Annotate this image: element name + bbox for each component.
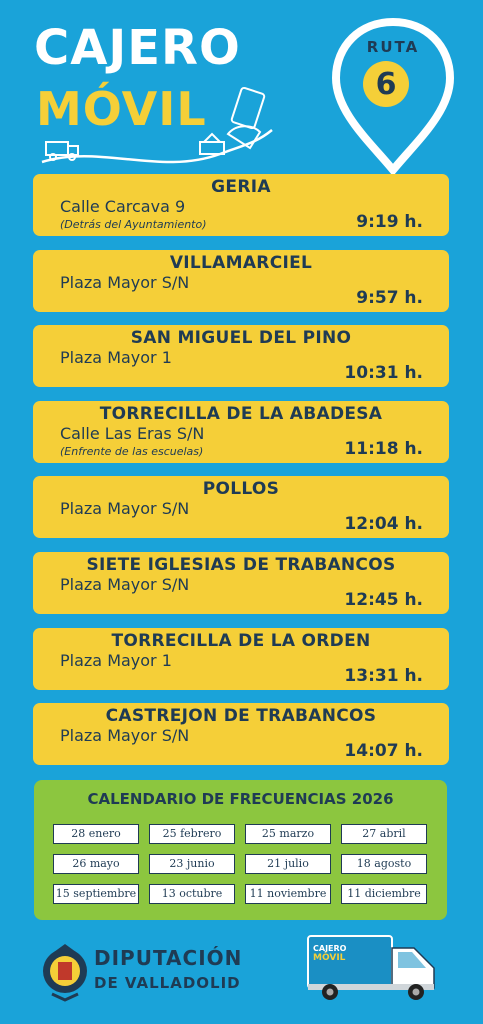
stop-time: 12:04 h.	[344, 514, 423, 535]
stop-card: TORRECILLA DE LA ABADESA Calle Las Eras S…	[33, 400, 449, 463]
stop-card: CASTREJON DE TRABANCOS Plaza Mayor S/N 14:…	[33, 703, 449, 766]
stop-name: CASTREJON DE TRABANCOS	[105, 706, 377, 727]
truck-title-line2: MÓVIL	[313, 953, 346, 963]
stop-address: Plaza Mayor 1	[60, 348, 172, 368]
calendar-title: CALENDARIO DE FRECUENCIAS 2026	[87, 790, 394, 808]
calendar-date: 13 octubre	[149, 884, 235, 904]
stop-time: 9:57 h.	[356, 287, 423, 308]
stop-address: Plaza Mayor S/N	[60, 499, 190, 519]
stop-address: Calle Las Eras S/N	[60, 423, 205, 443]
calendar-date: 11 diciembre	[341, 884, 427, 904]
stop-name: VILLAMARCIEL	[169, 252, 313, 273]
stop-time: 10:31 h.	[344, 363, 423, 384]
card-hand-icon	[41, 86, 273, 164]
org-name-line1: DIPUTACIÓN	[94, 946, 243, 970]
stop-card: SAN MIGUEL DEL PINO Plaza Mayor 1 10:31 h.	[33, 325, 449, 388]
calendar-date: 23 junio	[149, 854, 235, 874]
stop-address: Plaza Mayor S/N	[60, 575, 190, 594]
stop-note: (Enfrente de las escuelas)	[60, 444, 204, 458]
calendar-date: 25 marzo	[245, 824, 331, 844]
stop-address: Calle Carcava 9	[60, 197, 186, 216]
stop-time: 14:07 h.	[344, 741, 423, 762]
stop-address: Plaza Mayor S/N	[60, 272, 190, 292]
stop-card: GERIA Calle Carcava 9 (Detrás del Ayuntami…	[33, 174, 449, 236]
page-title-line1: CAJERO	[34, 20, 241, 76]
stop-address: Plaza Mayor S/N	[60, 726, 190, 746]
stop-card: SIETE IGLESIAS DE TRABANCOS Plaza Mayor S…	[33, 552, 449, 614]
calendar-date: 21 julio	[245, 854, 331, 874]
org-name-line2: DE VALLADOLID	[94, 974, 241, 992]
stop-name: POLLOS	[202, 479, 280, 500]
frequency-calendar: CALENDARIO DE FRECUENCIAS 2026 28 enero 2…	[34, 780, 447, 920]
stop-card: TORRECILLA DE LA ORDEN Plaza Mayor 1 13:31…	[33, 627, 449, 690]
stop-name: GERIA	[211, 177, 271, 197]
stop-name: TORRECILLA DE LA ORDEN	[111, 630, 371, 651]
calendar-grid: 28 enero 25 febrero 25 marzo 27 abril 26 may…	[53, 824, 429, 904]
stop-name: SAN MIGUEL DEL PINO	[130, 328, 352, 349]
stop-time: 9:19 h.	[356, 212, 423, 232]
route-label: RUTA	[366, 38, 420, 56]
calendar-date: 11 noviembre	[245, 884, 331, 904]
stop-time: 13:31 h.	[344, 665, 423, 686]
stop-address: Plaza Mayor 1	[60, 650, 172, 670]
calendar-date: 28 enero	[53, 824, 139, 844]
truck-title-line1: CAJERO	[313, 944, 347, 953]
stop-time: 11:18 h.	[344, 438, 423, 459]
calendar-date: 15 septiembre	[53, 884, 139, 904]
stop-name: TORRECILLA DE LA ABADESA	[99, 403, 383, 424]
route-number: 6	[363, 61, 409, 107]
calendar-date: 18 agosto	[341, 854, 427, 874]
stop-name: SIETE IGLESIAS DE TRABANCOS	[86, 555, 396, 575]
coat-of-arms-icon	[43, 944, 87, 1002]
calendar-date: 25 febrero	[149, 824, 235, 844]
calendar-date: 27 abril	[341, 824, 427, 844]
stop-card: POLLOS Plaza Mayor S/N 12:04 h.	[33, 476, 449, 539]
stop-note: (Detrás del Ayuntamiento)	[60, 218, 207, 231]
calendar-date: 26 mayo	[53, 854, 139, 874]
stop-time: 12:45 h.	[344, 590, 423, 610]
stop-card: VILLAMARCIEL Plaza Mayor S/N 9:57 h.	[33, 249, 449, 312]
